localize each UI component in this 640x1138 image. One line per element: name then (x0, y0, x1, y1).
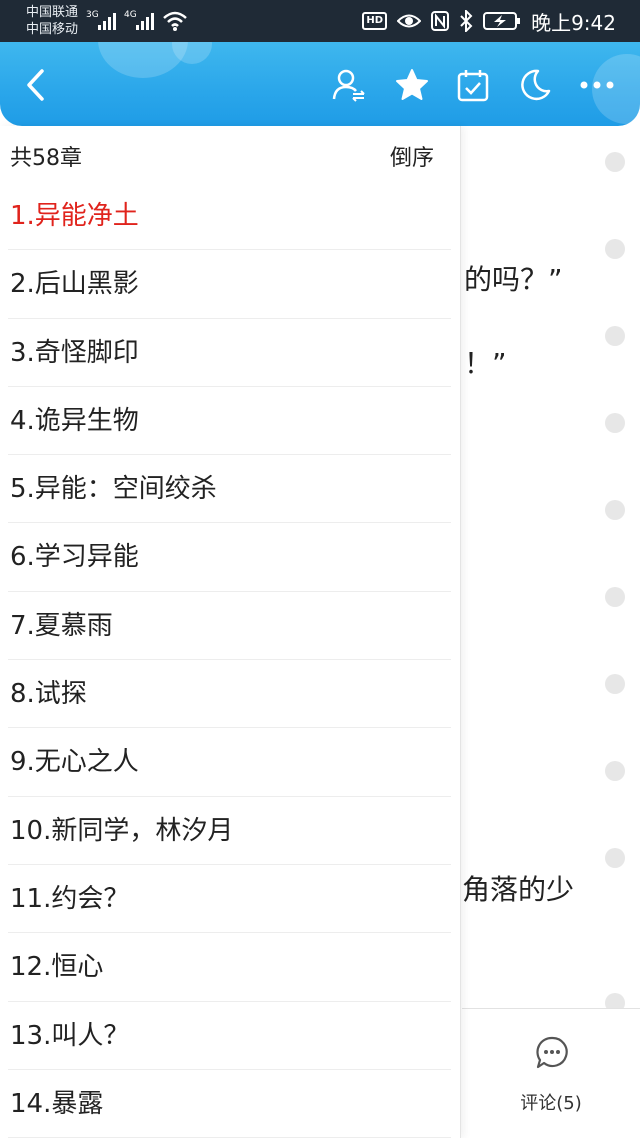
progress-dot (605, 413, 625, 433)
chapter-item[interactable]: 11.约会？ (8, 865, 451, 934)
progress-dot (605, 761, 625, 781)
comment-label[interactable]: 评论(5) (462, 1089, 640, 1115)
network-type-1: 3G (86, 10, 99, 20)
progress-dot (605, 587, 625, 607)
chapter-item[interactable]: 12.恒心 (8, 933, 451, 1002)
comment-button[interactable] (535, 1035, 569, 1073)
nfc-icon (431, 11, 450, 31)
more-icon (580, 81, 614, 89)
back-button[interactable] (12, 62, 58, 108)
calendar-check-icon (457, 70, 489, 102)
chapter-item[interactable]: 2.后山黑影 (8, 250, 451, 319)
chapter-item[interactable]: 3.奇怪脚印 (8, 319, 451, 387)
clock: 晚上9:42 (531, 10, 616, 35)
status-right: HD 晚上9:42 (362, 0, 616, 42)
progress-dot (605, 674, 625, 694)
chapter-item[interactable]: 1.异能净土 (8, 182, 451, 251)
bottom-bar: 评论(5) (462, 1008, 640, 1138)
reader-text-fragment: 角落的少 (462, 873, 575, 906)
reader-text-fragment: ！” (464, 347, 507, 380)
back-icon (27, 69, 44, 101)
chapter-item[interactable]: 13.叫人？ (8, 1002, 451, 1070)
comment-icon (536, 1036, 568, 1069)
chapter-item[interactable]: 5.异能：空间绞杀 (8, 455, 451, 524)
signal-2-icon (136, 10, 160, 30)
checkin-button[interactable] (450, 62, 496, 108)
progress-dot (605, 848, 625, 868)
battery-charging-icon (483, 12, 521, 30)
chapter-drawer: 共58章 倒序 1.异能净土 2.后山黑影 3.奇怪脚印 4.诡异生物 5.异能：空间绞… (0, 126, 461, 1138)
bluetooth-icon (460, 10, 473, 32)
user-switch-icon (332, 69, 365, 102)
chapter-item[interactable]: 4.诡异生物 (8, 387, 451, 456)
hd-badge: HD (362, 12, 388, 30)
reverse-order-button[interactable]: 倒序 (390, 140, 434, 172)
chapter-item[interactable]: 6.学习异能 (8, 523, 451, 592)
wifi-icon (163, 11, 187, 31)
network-type-2: 4G (124, 10, 137, 20)
more-button[interactable] (574, 62, 620, 108)
progress-dot (605, 152, 625, 172)
carrier-info: 中国联通 中国移动 (26, 4, 78, 38)
reader-text-fragment: 的吗？” (464, 263, 563, 296)
carrier-2: 中国移动 (26, 22, 79, 37)
chapter-item[interactable]: 14.暴露 (8, 1070, 451, 1138)
moon-icon (521, 69, 551, 101)
carrier-1: 中国联通 (26, 5, 79, 20)
chapter-item[interactable]: 8.试探 (8, 660, 451, 729)
progress-dot (605, 326, 625, 346)
switch-user-button[interactable] (326, 62, 372, 108)
chapter-item[interactable]: 10.新同学，林汐月 (8, 797, 451, 865)
night-mode-button[interactable] (511, 62, 557, 108)
chapter-list: 1.异能净土 2.后山黑影 3.奇怪脚印 4.诡异生物 5.异能：空间绞杀 6.学习异能 7… (8, 182, 451, 1138)
chapter-item[interactable]: 9.无心之人 (8, 728, 451, 797)
star-icon (396, 69, 428, 100)
status-bar: 中国联通 中国移动 3G 4G HD 晚上9:42 (0, 0, 640, 42)
chapter-item[interactable]: 7.夏慕雨 (8, 592, 451, 661)
progress-dot (605, 500, 625, 520)
signal-1-icon (98, 10, 122, 30)
chapter-count: 共58章 (10, 146, 82, 171)
drawer-header: 共58章 倒序 (10, 140, 434, 172)
favorite-button[interactable] (389, 62, 435, 108)
eye-icon (397, 14, 422, 28)
reader-toolbar (0, 42, 640, 126)
progress-dot (605, 239, 625, 259)
